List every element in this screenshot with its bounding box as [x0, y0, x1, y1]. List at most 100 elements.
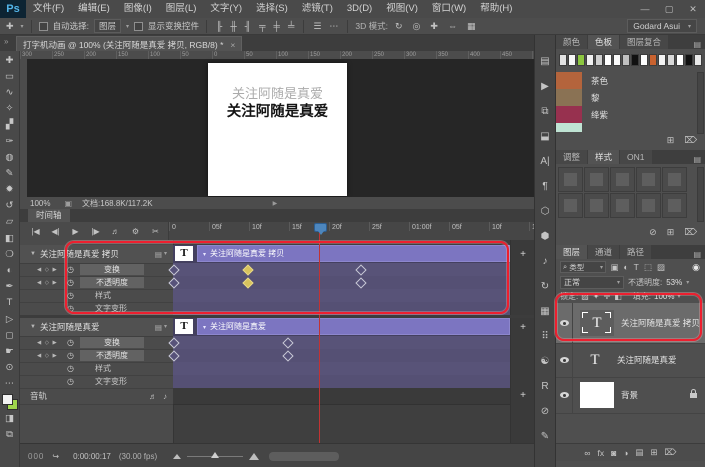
layer-name[interactable]: 关注阿随是真爱: [617, 354, 677, 366]
style-thumbnail[interactable]: [662, 167, 687, 192]
swatch[interactable]: [667, 54, 675, 66]
swatch[interactable]: [649, 54, 657, 66]
gradient-tool-icon[interactable]: ◧: [0, 230, 20, 246]
color-chips[interactable]: [1, 393, 18, 410]
add-audio-button[interactable]: +: [517, 390, 529, 401]
layer-name[interactable]: 背景: [621, 389, 638, 401]
dock-character-icon[interactable]: A|: [534, 149, 556, 174]
menu-item[interactable]: 3D(D): [340, 0, 379, 18]
dock-properties-icon[interactable]: ▤: [534, 49, 556, 74]
layer-row-background[interactable]: 背景: [556, 377, 705, 414]
keyframe-navigator[interactable]: ◀ ◇ ▶: [37, 267, 63, 273]
tab-swatches[interactable]: 色板: [588, 35, 620, 49]
tab-paths[interactable]: 路径: [620, 245, 652, 259]
keyframe-navigator[interactable]: ◀ ◇ ▶: [37, 353, 63, 359]
layers-action-icon[interactable]: ◙: [611, 448, 616, 458]
quick-selection-tool-icon[interactable]: ✧: [0, 101, 20, 117]
dock-3d-material-icon[interactable]: ⬢: [534, 224, 556, 249]
filter-kind-icon[interactable]: ◐: [622, 262, 630, 273]
layer-filter-type-dropdown[interactable]: ⌕ 类型 ▾: [560, 261, 606, 273]
tool-preset-arrow-icon[interactable]: ▾: [21, 23, 24, 30]
layer-thumbnail[interactable]: T: [580, 348, 610, 372]
marquee-tool-icon[interactable]: ▭: [0, 68, 20, 84]
property-label[interactable]: 变换: [80, 337, 144, 348]
track-filter-icon[interactable]: ▤ ▾: [155, 323, 167, 332]
3d-mode-icon[interactable]: ⇔: [446, 21, 459, 32]
swatch[interactable]: [586, 54, 594, 66]
panel-action-icon[interactable]: ⌦: [684, 135, 697, 146]
swatch[interactable]: [658, 54, 666, 66]
align-icon[interactable]: ╫: [228, 21, 238, 31]
property-track[interactable]: [173, 362, 510, 376]
menu-item[interactable]: 视图(V): [379, 0, 425, 18]
property-label[interactable]: 不透明度: [80, 350, 144, 361]
swatch[interactable]: [685, 54, 693, 66]
property-track[interactable]: [173, 375, 510, 389]
foreground-color-chip[interactable]: [1, 393, 13, 405]
menu-item[interactable]: 编辑(E): [71, 0, 117, 18]
transport-button[interactable]: |◀: [26, 227, 45, 236]
blend-mode-dropdown[interactable]: 正常 ▾: [560, 275, 624, 289]
layers-action-icon[interactable]: ▤: [635, 447, 643, 458]
dodge-tool-icon[interactable]: ◐: [0, 262, 20, 278]
swatch[interactable]: [559, 54, 567, 66]
timeline-tab[interactable]: 时间轴: [28, 209, 70, 222]
swatch[interactable]: [595, 54, 603, 66]
stopwatch-icon[interactable]: ◷: [67, 351, 74, 360]
dock-channels-icon[interactable]: ▦: [534, 299, 556, 324]
stopwatch-icon[interactable]: ◷: [67, 364, 74, 373]
menu-item[interactable]: 文字(Y): [203, 0, 249, 18]
audio-icon[interactable]: ♬: [149, 392, 157, 401]
tab-layer-comps[interactable]: 图层复合: [620, 35, 669, 49]
eraser-tool-icon[interactable]: ▱: [0, 214, 20, 230]
layers-action-icon[interactable]: ⌦: [665, 447, 677, 458]
panel-menu-icon[interactable]: ▤: [693, 250, 701, 259]
caret-down-icon[interactable]: ▼: [30, 251, 36, 257]
window-control-button[interactable]: —: [633, 0, 657, 18]
style-thumbnail[interactable]: [584, 167, 609, 192]
3d-mode-icon[interactable]: ◎: [411, 21, 423, 32]
align-icon[interactable]: ╢: [243, 21, 253, 31]
swatches-scrollbar[interactable]: [697, 72, 704, 134]
dock-history-icon[interactable]: ↻: [534, 274, 556, 299]
stopwatch-icon[interactable]: ◷: [67, 377, 74, 386]
brush-tool-icon[interactable]: ✎: [0, 165, 20, 181]
tab-channels[interactable]: 通道: [588, 245, 620, 259]
caret-down-icon[interactable]: ▼: [30, 324, 36, 330]
pen-tool-icon[interactable]: ✒: [0, 279, 20, 295]
tab-on1[interactable]: ON1: [620, 150, 652, 164]
keyframe-diamond[interactable]: [282, 350, 294, 362]
artboard[interactable]: 关注阿随是真爱 关注阿随是真爱: [208, 63, 347, 196]
path-selection-tool-icon[interactable]: ▷: [0, 311, 20, 327]
menu-item[interactable]: 滤镜(T): [295, 0, 340, 18]
zoom-out-track-icon[interactable]: [173, 453, 182, 459]
menu-item[interactable]: 文件(F): [26, 0, 71, 18]
layer-thumbnail[interactable]: [580, 382, 614, 408]
align-icon[interactable]: ╟: [214, 21, 224, 31]
swatch[interactable]: [604, 54, 612, 66]
track-group-header[interactable]: ▼ 关注阿随是真爱 ▤ ▾: [20, 318, 173, 337]
filter-kind-icon[interactable]: ▣: [609, 262, 620, 273]
add-media-button[interactable]: +: [517, 322, 529, 333]
quick-mask-icon[interactable]: ◨: [0, 410, 20, 426]
menu-item[interactable]: 窗口(W): [425, 0, 473, 18]
menu-item[interactable]: 图像(I): [117, 0, 159, 18]
hand-tool-icon[interactable]: ☛: [0, 343, 20, 359]
menu-item[interactable]: 图层(L): [159, 0, 204, 18]
swatch[interactable]: [577, 54, 585, 66]
history-brush-tool-icon[interactable]: ↺: [0, 198, 20, 214]
lasso-tool-icon[interactable]: ∿: [0, 84, 20, 100]
style-thumbnail[interactable]: [584, 193, 609, 218]
panel-menu-icon[interactable]: ▤: [693, 155, 701, 164]
distribute-icon[interactable]: ⋯: [327, 21, 340, 32]
layers-action-icon[interactable]: ⊞: [650, 447, 657, 458]
dock-no-icon[interactable]: ⊘: [534, 399, 556, 424]
layer-row[interactable]: T 关注阿随是真爱: [556, 343, 705, 378]
panel-action-icon[interactable]: ⌦: [684, 227, 697, 238]
visibility-toggle[interactable]: [556, 343, 573, 377]
more-tools-icon[interactable]: ⋯: [0, 376, 20, 392]
align-icon[interactable]: ╧: [286, 21, 296, 31]
healing-brush-tool-icon[interactable]: ◍: [0, 149, 20, 165]
crop-tool-icon[interactable]: ▞: [0, 117, 20, 133]
swatch[interactable]: [694, 54, 702, 66]
